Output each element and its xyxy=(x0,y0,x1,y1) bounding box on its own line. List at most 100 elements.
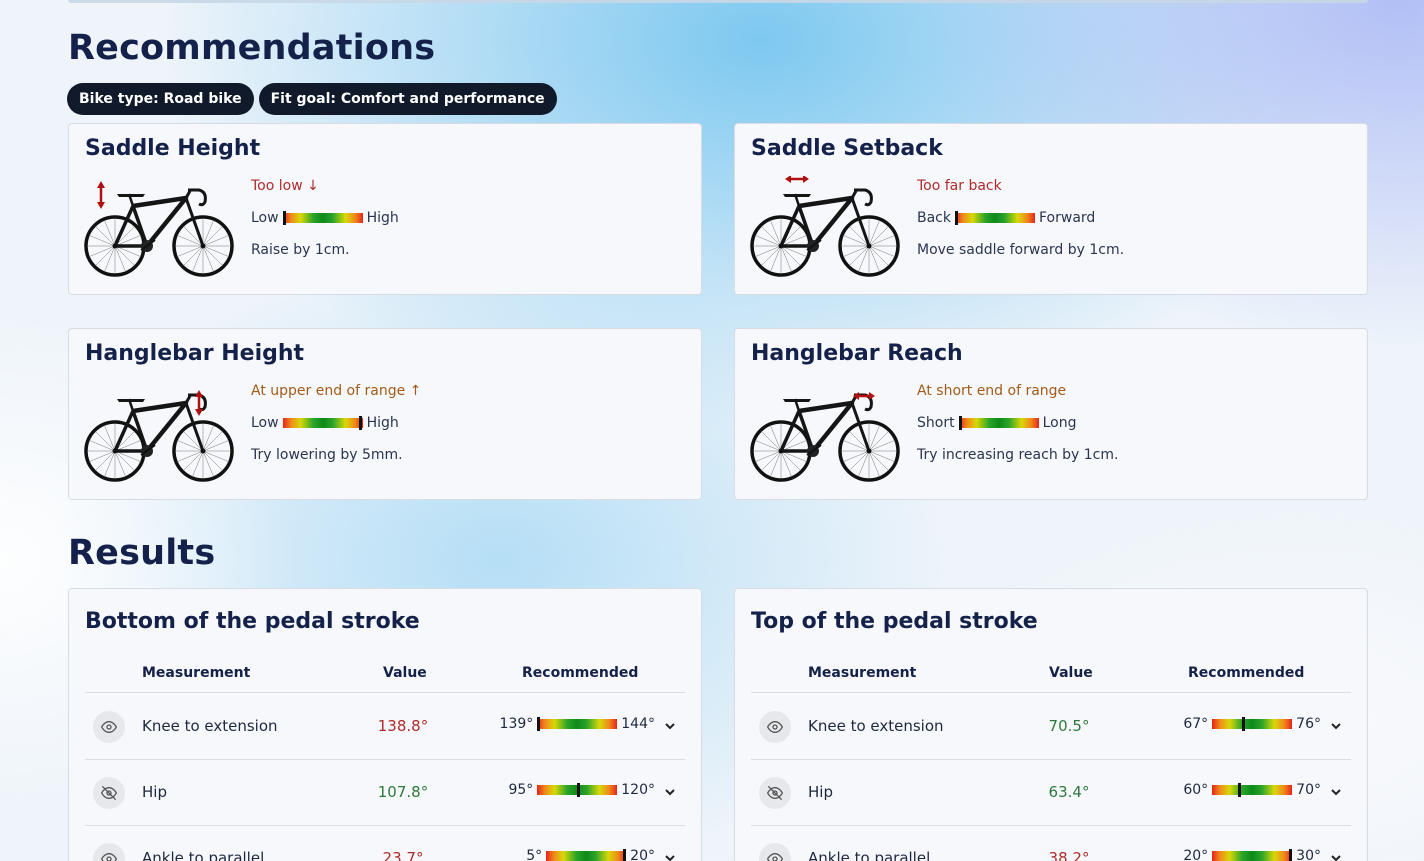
recommended-range: 20° 30° xyxy=(1183,848,1321,861)
chevron-down-icon[interactable] xyxy=(663,851,677,861)
chevron-down-icon[interactable] xyxy=(1329,785,1343,799)
range-max: 144° xyxy=(621,716,655,732)
measurement-name: Hip xyxy=(808,783,833,801)
range-bar xyxy=(537,717,618,731)
recommendation-details: At upper end of range ↑ Low High Try loweri… xyxy=(251,381,421,465)
recommended-range: 95° 120° xyxy=(508,782,655,798)
table-title: Bottom of the pedal stroke xyxy=(85,609,420,634)
range-min: 60° xyxy=(1183,782,1209,798)
range-scale: Low High xyxy=(251,413,421,433)
measurement-value: 70.5° xyxy=(1048,717,1090,735)
top-divider xyxy=(68,0,1368,3)
eye-off-icon[interactable] xyxy=(759,777,791,809)
card-title: Saddle Height xyxy=(85,136,261,161)
column-value: Value xyxy=(1049,665,1093,681)
measurement-name: Ankle to parallel xyxy=(142,849,265,861)
range-bar xyxy=(546,849,627,861)
table-header: Measurement Value Recommended xyxy=(751,663,1351,693)
measurement-name: Ankle to parallel xyxy=(808,849,931,861)
results-card: Top of the pedal stroke Measurement Value R… xyxy=(734,588,1368,861)
measurement-value: 107.8° xyxy=(377,783,429,801)
measurement-name: Hip xyxy=(142,783,167,801)
range-max: 70° xyxy=(1296,782,1321,798)
scale-marker xyxy=(958,416,962,430)
range-max: 20° xyxy=(630,848,655,861)
table-row[interactable]: Hip 63.4° 60° 70° xyxy=(751,760,1351,826)
range-scale: Low High xyxy=(251,208,399,228)
advice-text: Move saddle forward by 1cm. xyxy=(917,242,1125,258)
range-min: 5° xyxy=(526,848,543,861)
scale-marker xyxy=(1241,717,1245,731)
bike-illustration xyxy=(83,176,235,280)
scale-marker xyxy=(955,211,958,225)
recommendation-card: Saddle Setback Too far back Back Forward Mo… xyxy=(734,123,1368,295)
measurement-value: 138.8° xyxy=(377,717,429,735)
chevron-down-icon[interactable] xyxy=(663,719,677,733)
range-max: 76° xyxy=(1296,716,1321,732)
fit-goal-pill: Fit goal: Comfort and performance xyxy=(258,83,557,115)
range-min: 20° xyxy=(1183,848,1209,861)
eye-icon[interactable] xyxy=(759,843,791,861)
measurement-name: Knee to extension xyxy=(808,717,944,735)
range-scale: Short Long xyxy=(917,413,1118,433)
bike-illustration xyxy=(749,381,901,485)
range-max: 120° xyxy=(621,782,655,798)
eye-icon[interactable] xyxy=(759,711,791,743)
measurement-value: 38.2° xyxy=(1048,849,1090,861)
scale-high-label: High xyxy=(366,210,399,226)
range-min: 95° xyxy=(508,782,534,798)
card-title: Hanglebar Height xyxy=(85,341,305,366)
chevron-down-icon[interactable] xyxy=(1329,851,1343,861)
scale-low-label: Low xyxy=(251,210,279,226)
eye-icon[interactable] xyxy=(93,843,125,861)
advice-text: Raise by 1cm. xyxy=(251,242,350,258)
scale-marker xyxy=(576,783,580,797)
table-title: Top of the pedal stroke xyxy=(751,609,1038,634)
recommendation-details: Too far back Back Forward Move saddle forwa… xyxy=(917,176,1124,260)
table-header: Measurement Value Recommended xyxy=(85,663,685,693)
scale-marker xyxy=(1289,849,1293,861)
recommended-range: 139° 144° xyxy=(500,716,655,732)
recommendation-details: At short end of range Short Long Try increa… xyxy=(917,381,1118,465)
chevron-down-icon[interactable] xyxy=(1329,719,1343,733)
column-recommended: Recommended xyxy=(1188,665,1305,681)
bike-diagram xyxy=(750,175,900,277)
scale-low-label: Low xyxy=(251,415,279,431)
table-row[interactable]: Hip 107.8° 95° 120° xyxy=(85,760,685,826)
range-bar xyxy=(1212,717,1293,731)
table-row[interactable]: Knee to extension 70.5° 67° 76° xyxy=(751,694,1351,760)
eye-icon[interactable] xyxy=(93,711,125,743)
bike-type-pill: Bike type: Road bike xyxy=(67,83,254,115)
column-value: Value xyxy=(383,665,427,681)
recommendation-card: Hanglebar Reach At short end of range Sho… xyxy=(734,328,1368,500)
range-bar xyxy=(537,783,618,797)
bike-illustration xyxy=(83,381,235,485)
recommendation-details: Too low ↓ Low High Raise by 1cm. xyxy=(251,176,399,260)
scale-high-label: High xyxy=(366,415,399,431)
recommended-range: 67° 76° xyxy=(1183,716,1321,732)
status-text: At short end of range xyxy=(917,383,1067,399)
bike-diagram xyxy=(84,181,234,277)
table-row[interactable]: Ankle to parallel 23.7° 5° 20° xyxy=(85,826,685,861)
scale-high-label: Forward xyxy=(1039,210,1096,226)
results-card: Bottom of the pedal stroke Measurement Val… xyxy=(68,588,702,861)
scale-marker xyxy=(359,416,363,430)
scale-marker xyxy=(1237,783,1241,797)
range-max: 30° xyxy=(1296,848,1321,861)
table-row[interactable]: Knee to extension 138.8° 139° 144° xyxy=(85,694,685,760)
chevron-down-icon[interactable] xyxy=(663,785,677,799)
eye-off-icon[interactable] xyxy=(93,777,125,809)
table-row[interactable]: Ankle to parallel 38.2° 20° 30° xyxy=(751,826,1351,861)
recommended-range: 5° 20° xyxy=(526,848,655,861)
range-bar xyxy=(282,211,363,225)
advice-text: Try increasing reach by 1cm. xyxy=(917,447,1119,463)
scale-low-label: Short xyxy=(917,415,955,431)
results-heading: Results xyxy=(68,533,216,573)
recommendation-card: Saddle Height Too low ↓ Low High Raise by 1… xyxy=(68,123,702,295)
bike-diagram xyxy=(84,390,234,482)
scale-marker xyxy=(537,717,541,731)
recommendations-heading: Recommendations xyxy=(68,28,436,68)
scale-high-label: Long xyxy=(1042,415,1077,431)
scale-marker xyxy=(282,211,286,225)
range-bar xyxy=(282,416,363,430)
